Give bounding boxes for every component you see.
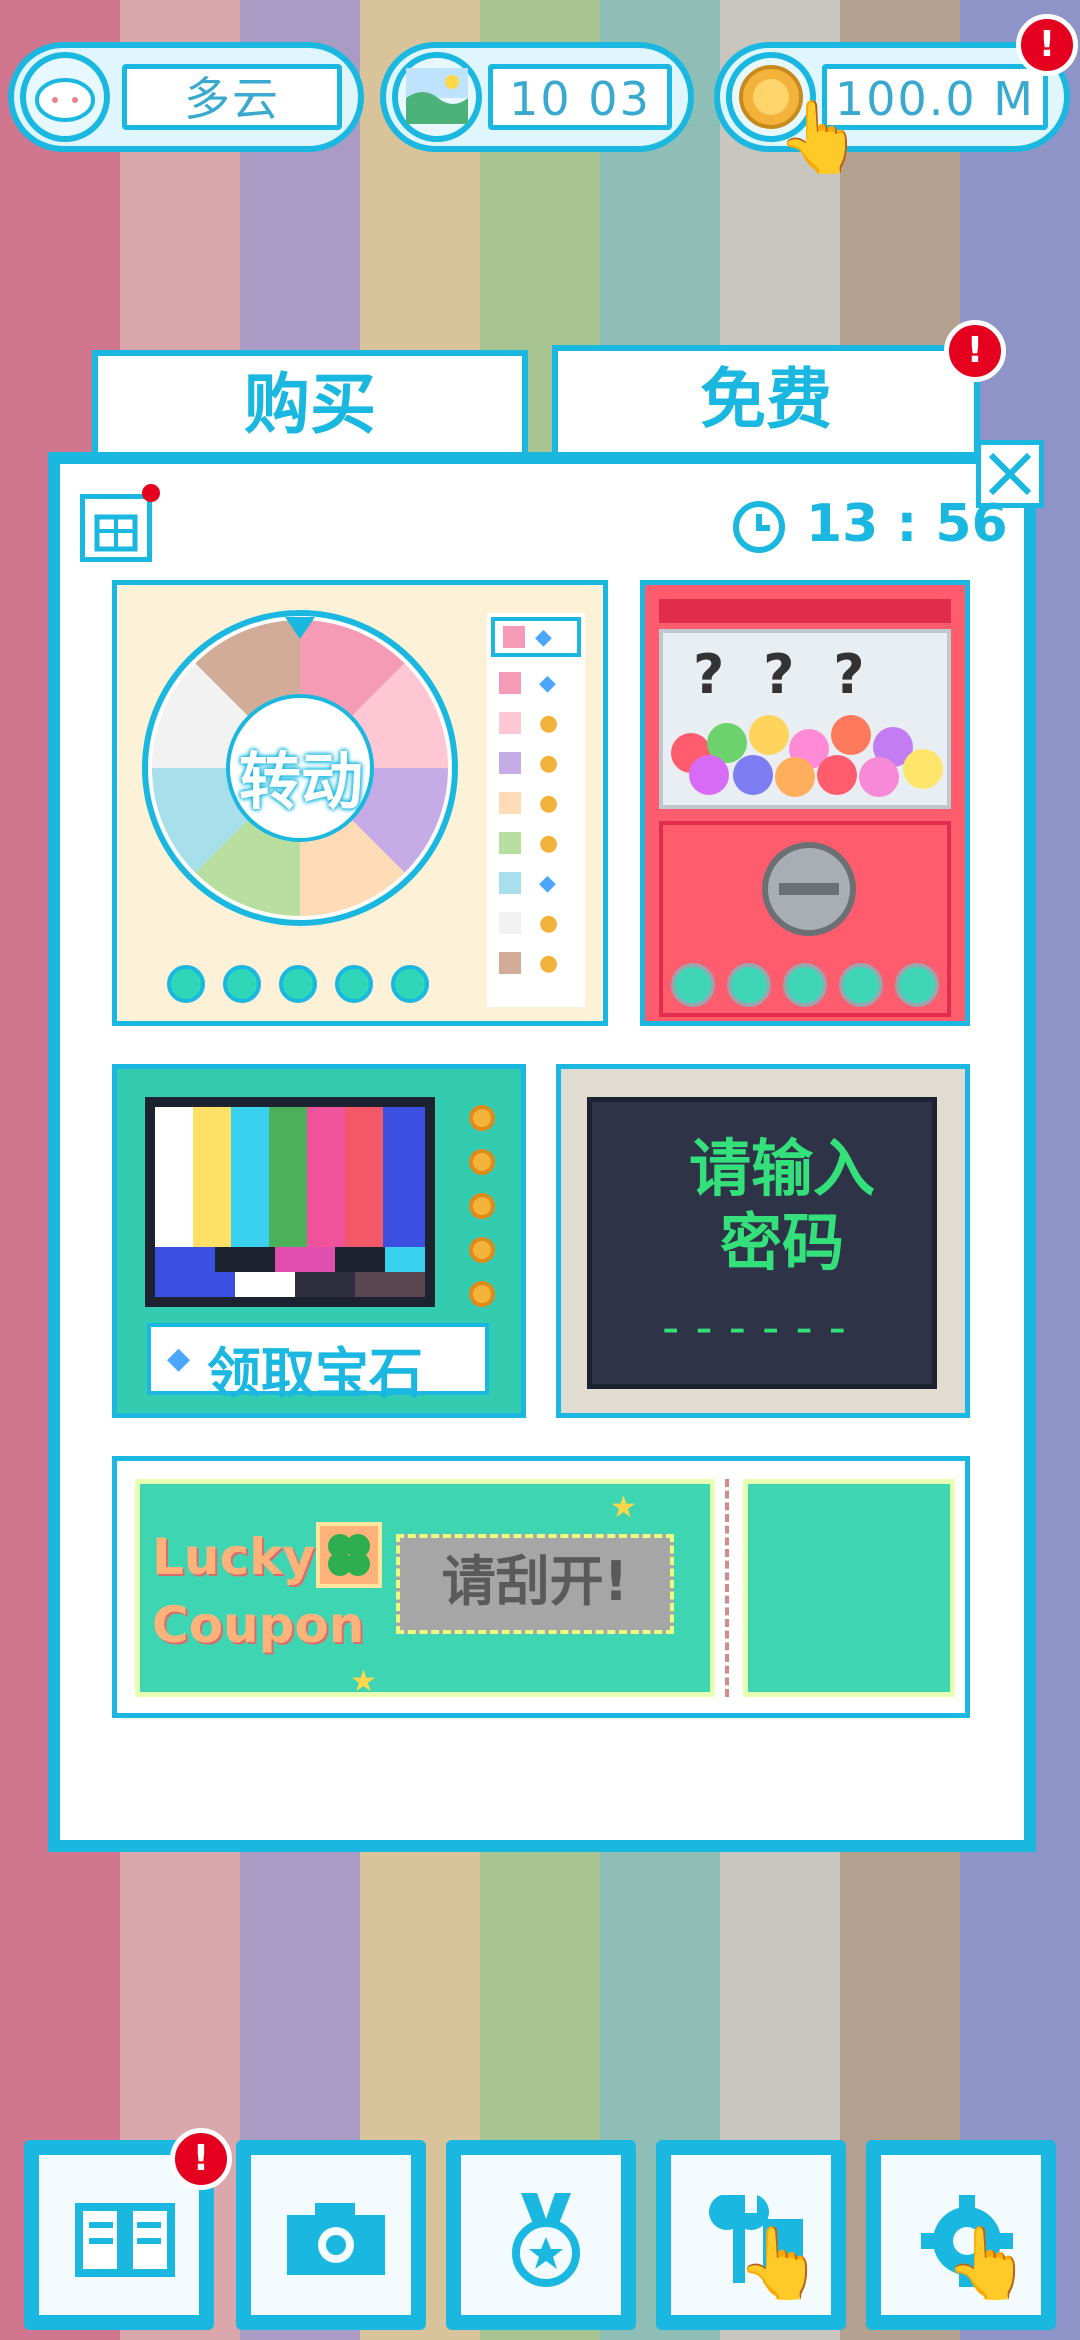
clover-icon bbox=[316, 1522, 382, 1588]
tv-gem-card[interactable]: ◆ 领取宝石 bbox=[112, 1064, 526, 1418]
reward-swatch bbox=[499, 792, 521, 814]
token-icon bbox=[839, 963, 883, 1007]
coin-icon: ● bbox=[539, 950, 559, 976]
spin-label: 转动 bbox=[238, 745, 363, 818]
token-icon bbox=[469, 1149, 495, 1175]
reward-swatch bbox=[499, 952, 521, 974]
gift-dot bbox=[142, 484, 160, 502]
tv-lights bbox=[469, 1105, 495, 1307]
gem-icon: ◆ bbox=[539, 670, 556, 696]
token-icon bbox=[391, 965, 429, 1003]
reward-list: ◆ ◆ ● ● ● ● ◆ ● ● bbox=[487, 613, 585, 1007]
token-icon bbox=[469, 1105, 495, 1131]
star-icon: ★ bbox=[610, 1490, 637, 1525]
reward-row: ◆ bbox=[491, 663, 581, 703]
token-icon bbox=[469, 1281, 495, 1307]
reward-swatch bbox=[499, 752, 521, 774]
free-tab-badge: ! bbox=[944, 320, 1006, 382]
coin-icon: ● bbox=[539, 750, 559, 776]
reward-swatch bbox=[499, 832, 521, 854]
token-icon bbox=[335, 965, 373, 1003]
money-badge: ! bbox=[1016, 14, 1078, 76]
reward-row: ● bbox=[491, 743, 581, 783]
token-icon bbox=[223, 965, 261, 1003]
token-icon bbox=[469, 1237, 495, 1263]
wheel-tokens bbox=[167, 965, 429, 1003]
password-card[interactable]: 请输入 密码 ------ bbox=[556, 1064, 970, 1418]
landscape-icon bbox=[392, 52, 482, 142]
timer-label: 13 : 56 bbox=[806, 494, 1008, 554]
reward-swatch bbox=[499, 712, 521, 734]
gacha-display: ? ? ? bbox=[693, 643, 875, 706]
coupon-left: Lucky Coupon 请刮开! ★ ★ bbox=[135, 1479, 715, 1699]
reward-swatch bbox=[499, 912, 521, 934]
gacha-knob[interactable] bbox=[759, 839, 859, 939]
gacha-tokens bbox=[671, 963, 939, 1007]
cloud-face-icon bbox=[20, 52, 110, 142]
token-icon bbox=[167, 965, 205, 1003]
reward-list-header: ◆ bbox=[491, 617, 581, 657]
time-widget[interactable]: 10 03 bbox=[380, 42, 694, 152]
gem-icon: ◆ bbox=[539, 870, 556, 896]
password-screen[interactable]: 请输入 密码 ------ bbox=[587, 1097, 937, 1389]
camera-icon bbox=[287, 2203, 385, 2275]
color-bars-screen bbox=[145, 1097, 435, 1307]
coupon-divider bbox=[725, 1479, 733, 1697]
book-icon bbox=[75, 2203, 175, 2277]
lucky-coupon-card[interactable]: Lucky Coupon 请刮开! ★ ★ bbox=[112, 1456, 970, 1718]
tab-buy[interactable]: 购买 bbox=[92, 350, 528, 460]
reward-row: ● bbox=[491, 903, 581, 943]
gacha-top bbox=[659, 599, 951, 623]
coin-icon: ● bbox=[539, 710, 559, 736]
reward-row: ◆ bbox=[491, 863, 581, 903]
password-blanks: ------ bbox=[662, 1300, 862, 1356]
reward-row: ● bbox=[491, 703, 581, 743]
reward-row: ● bbox=[491, 783, 581, 823]
medal-button[interactable] bbox=[446, 2140, 636, 2330]
token-icon bbox=[279, 965, 317, 1003]
clock-icon bbox=[730, 498, 788, 556]
tab-free[interactable]: 免费 bbox=[552, 345, 980, 465]
coin-icon: ● bbox=[539, 790, 559, 816]
coupon-title2: Coupon bbox=[152, 1596, 365, 1654]
money-widget[interactable]: 100.0 M bbox=[714, 42, 1070, 152]
gem-icon: ◆ bbox=[167, 1341, 191, 1376]
token-icon bbox=[727, 963, 771, 1007]
token-icon bbox=[895, 963, 939, 1007]
weather-label: 多云 bbox=[122, 64, 342, 130]
reward-row: ● bbox=[491, 823, 581, 863]
gift-icon[interactable] bbox=[80, 494, 152, 562]
coupon-title1: Lucky bbox=[152, 1528, 315, 1586]
reward-swatch bbox=[499, 672, 521, 694]
token-icon bbox=[671, 963, 715, 1007]
token-icon bbox=[469, 1193, 495, 1219]
spin-wheel-card[interactable]: 转动 ◆ ◆ ● ● ● ● ◆ ● ● bbox=[112, 580, 608, 1026]
book-badge: ! bbox=[170, 2128, 232, 2190]
coupon-stub bbox=[743, 1479, 955, 1697]
pointer-hand-icon: 👆 bbox=[944, 2222, 1032, 2304]
coin-icon: ● bbox=[539, 830, 559, 856]
gacha-body bbox=[659, 821, 951, 1017]
reward-swatch bbox=[499, 872, 521, 894]
gacha-machine-card[interactable]: ? ? ? bbox=[640, 580, 970, 1026]
coin-icon: ● bbox=[539, 910, 559, 936]
medal-icon bbox=[512, 2193, 580, 2287]
time-label: 10 03 bbox=[488, 64, 672, 130]
claim-gem-button[interactable]: ◆ 领取宝石 bbox=[147, 1323, 489, 1405]
password-prompt-line2: 密码 bbox=[719, 1206, 844, 1279]
scratch-area[interactable]: 请刮开! bbox=[396, 1534, 674, 1634]
pointer-hand-icon: 👆 bbox=[736, 2222, 824, 2304]
star-icon: ★ bbox=[350, 1664, 377, 1699]
camera-button[interactable] bbox=[236, 2140, 426, 2330]
token-icon bbox=[783, 963, 827, 1007]
claim-gem-label: 领取宝石 bbox=[207, 1342, 423, 1405]
pointer-hand-icon: 👆 bbox=[776, 96, 864, 178]
gacha-window: ? ? ? bbox=[659, 629, 951, 809]
weather-widget[interactable]: 多云 bbox=[8, 42, 364, 152]
reward-row: ● bbox=[491, 943, 581, 983]
